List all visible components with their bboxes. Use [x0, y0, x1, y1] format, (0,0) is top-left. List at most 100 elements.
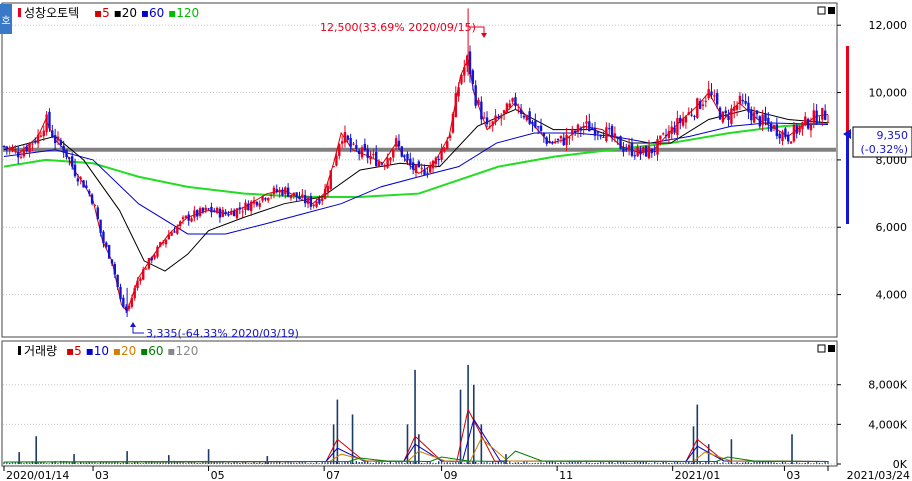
- candle-body: [252, 200, 256, 204]
- candle-body: [56, 136, 60, 141]
- current-price-change: (-0.32%): [861, 143, 909, 156]
- candle-body: [593, 127, 597, 136]
- low-annotation: 3,335(-64.33% 2020/03/19): [146, 327, 299, 340]
- candle-body: [36, 134, 40, 144]
- candle-body: [517, 109, 520, 111]
- candle-body: [14, 149, 17, 151]
- candle-body: [19, 156, 23, 158]
- candle-body: [582, 126, 585, 129]
- legend-swatch: [18, 346, 21, 355]
- candle-body: [417, 161, 421, 168]
- candle-body: [176, 226, 179, 234]
- candle-body: [332, 165, 335, 168]
- candle-body: [150, 257, 153, 261]
- candle-body: [292, 192, 296, 197]
- candle-body: [173, 231, 176, 233]
- date-tick-label: 03: [95, 469, 109, 481]
- candle-body: [340, 141, 344, 144]
- candle-body: [531, 122, 534, 125]
- candle-body: [642, 146, 645, 153]
- volume-ma-legend-marker: ▪: [86, 344, 94, 358]
- candle-body: [88, 190, 91, 194]
- candle-body: [306, 197, 310, 204]
- candle-body: [110, 259, 114, 264]
- candle-body: [85, 185, 88, 189]
- candle-body: [448, 135, 452, 138]
- candle-body: [585, 121, 588, 124]
- candle-body: [286, 187, 290, 197]
- candle-body: [380, 163, 384, 165]
- price-panel-frame: [1, 2, 838, 338]
- candle-body: [588, 121, 591, 132]
- candle-body: [460, 74, 463, 84]
- candle-body: [784, 128, 787, 138]
- candle-body: [471, 70, 475, 84]
- legend-swatch: [18, 8, 21, 17]
- candle-body: [73, 164, 77, 177]
- candle-body: [701, 104, 705, 107]
- price-range-bar-up: [846, 46, 849, 134]
- candle-body: [207, 208, 210, 210]
- candle-body: [224, 211, 227, 215]
- price-range-bar-down: [846, 134, 849, 224]
- candle-body: [522, 115, 526, 118]
- ma-legend-label-5: 5: [102, 6, 113, 20]
- candle-body: [394, 138, 398, 147]
- volume-close-icon[interactable]: [828, 345, 835, 352]
- candle-body: [326, 185, 330, 192]
- candle-body: [76, 178, 80, 182]
- candle-body: [411, 162, 415, 170]
- candle-body: [366, 148, 369, 158]
- candle-body: [105, 242, 108, 247]
- candle-body: [31, 143, 34, 145]
- candle-body: [670, 126, 673, 134]
- ma-legend-label-20: 20: [122, 6, 141, 20]
- candle-body: [647, 146, 651, 159]
- candle-body: [707, 89, 710, 99]
- candle-body: [196, 210, 199, 217]
- candle-body: [576, 124, 580, 133]
- volume-maximize-icon[interactable]: [817, 344, 826, 353]
- candle-body: [70, 156, 74, 167]
- maximize-icon[interactable]: [817, 6, 826, 15]
- candle-body: [53, 135, 57, 144]
- candle-body: [139, 278, 142, 282]
- candle-body: [599, 135, 602, 137]
- candle-body: [491, 121, 494, 126]
- date-tick-label: 2021/03/24: [847, 469, 910, 481]
- candle-body: [386, 158, 389, 168]
- candle-body: [698, 100, 702, 109]
- panel-badge-label: 호: [1, 15, 10, 27]
- candle-body: [153, 255, 156, 259]
- candle-body: [429, 166, 432, 173]
- candle-body: [59, 140, 63, 145]
- candle-body: [397, 140, 401, 147]
- candle-body: [613, 133, 617, 139]
- volume-title: 거래량: [24, 344, 57, 358]
- close-icon[interactable]: [828, 7, 835, 14]
- candle-body: [323, 188, 327, 199]
- candle-body: [767, 117, 770, 125]
- candle-body: [468, 51, 472, 75]
- candle-body: [568, 137, 571, 139]
- candle-body: [559, 135, 563, 139]
- candle-body: [627, 144, 631, 149]
- candle-body: [696, 98, 699, 118]
- candle-body: [548, 141, 551, 143]
- candle-body: [360, 147, 364, 158]
- candle-body: [329, 170, 332, 189]
- candle-body: [250, 201, 253, 211]
- candle-body: [482, 117, 486, 119]
- candle-body: [775, 124, 779, 137]
- date-tick-label: 09: [444, 469, 458, 481]
- ma-legend-label-120: 120: [176, 6, 199, 20]
- candle-body: [281, 189, 284, 196]
- candle-body: [213, 210, 216, 213]
- candle-body: [321, 198, 324, 201]
- candle-body: [818, 121, 821, 123]
- candle-body: [440, 149, 443, 160]
- candle-body: [664, 135, 668, 137]
- candle-body: [690, 114, 693, 116]
- candle-body: [772, 125, 776, 129]
- candle-body: [787, 134, 790, 142]
